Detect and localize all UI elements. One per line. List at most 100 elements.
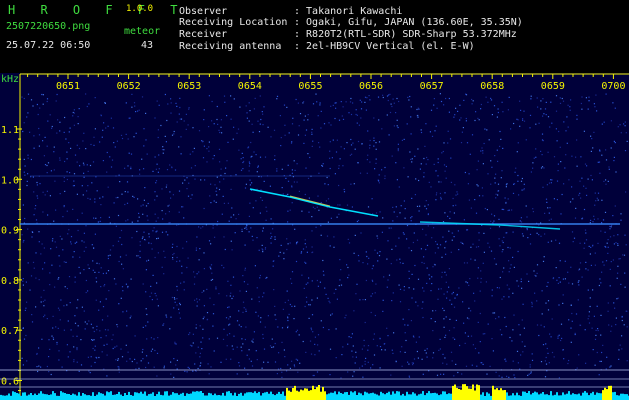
noise-speck	[316, 371, 319, 373]
noise-speck	[401, 365, 403, 367]
noise-speck	[437, 298, 439, 300]
noise-speck	[223, 95, 226, 97]
noise-speck	[291, 282, 293, 284]
noise-speck	[559, 260, 561, 262]
noise-speck	[558, 304, 560, 306]
noise-speck	[115, 225, 117, 227]
noise-speck	[456, 191, 458, 193]
noise-speck	[212, 325, 214, 327]
noise-speck	[518, 194, 520, 196]
noise-speck	[234, 232, 236, 234]
noise-speck	[599, 278, 601, 280]
noise-speck	[376, 235, 378, 237]
noise-speck	[208, 373, 210, 375]
noise-speck	[175, 364, 177, 366]
noise-speck	[172, 258, 174, 260]
noise-speck	[498, 287, 500, 289]
noise-speck	[292, 117, 294, 119]
noise-speck	[558, 277, 560, 279]
noise-speck	[87, 185, 89, 187]
noise-speck	[306, 251, 308, 253]
noise-speck	[348, 274, 350, 276]
noise-speck	[395, 206, 397, 208]
noise-speck	[258, 249, 260, 251]
noise-speck	[122, 311, 124, 313]
noise-speck	[83, 250, 85, 252]
noise-speck	[135, 111, 137, 113]
noise-speck	[256, 359, 258, 361]
noise-speck	[63, 176, 65, 179]
noise-speck	[314, 336, 316, 338]
noise-speck	[601, 199, 603, 201]
noise-speck	[455, 194, 457, 196]
noise-speck	[430, 186, 432, 188]
noise-speck	[461, 131, 463, 133]
noise-speck	[568, 179, 570, 181]
noise-speck	[60, 299, 62, 301]
noise-speck	[580, 197, 582, 199]
noise-speck	[482, 152, 484, 154]
noise-speck	[522, 303, 524, 305]
noise-speck	[516, 151, 518, 153]
noise-speck	[161, 188, 163, 190]
noise-speck	[87, 356, 89, 358]
noise-speck	[244, 269, 246, 271]
noise-speck	[94, 97, 96, 99]
noise-speck	[424, 205, 426, 207]
noise-speck	[411, 297, 413, 299]
noise-speck	[151, 248, 153, 250]
noise-speck	[116, 140, 118, 142]
noise-speck	[466, 229, 469, 231]
noise-speck	[601, 271, 603, 273]
noise-speck	[350, 183, 352, 185]
noise-speck	[164, 93, 166, 96]
activity-bar-segment	[18, 393, 20, 400]
noise-speck	[364, 101, 366, 103]
noise-speck	[602, 344, 604, 346]
noise-speck	[173, 252, 175, 255]
noise-speck	[478, 232, 480, 234]
noise-speck	[329, 374, 331, 376]
noise-speck	[391, 105, 393, 108]
noise-speck	[43, 316, 45, 318]
noise-speck	[542, 140, 544, 142]
noise-speck	[357, 140, 360, 143]
noise-speck	[88, 370, 90, 372]
noise-speck	[357, 219, 360, 222]
noise-speck	[305, 246, 307, 248]
noise-speck	[364, 360, 366, 362]
activity-bar-segment	[576, 394, 578, 400]
noise-speck	[250, 227, 252, 229]
noise-speck	[26, 301, 28, 303]
noise-speck	[152, 170, 154, 172]
noise-speck	[126, 202, 129, 204]
noise-speck	[291, 202, 293, 204]
activity-bar-segment	[122, 396, 124, 400]
noise-speck	[565, 130, 567, 132]
noise-speck	[215, 286, 217, 288]
noise-speck	[245, 183, 247, 185]
noise-speck	[445, 281, 447, 283]
noise-speck	[124, 167, 126, 169]
noise-speck	[265, 277, 267, 279]
noise-speck	[536, 272, 538, 274]
noise-speck	[226, 334, 228, 336]
noise-speck	[585, 261, 587, 263]
noise-speck	[364, 363, 366, 365]
noise-speck	[246, 225, 248, 227]
noise-speck	[206, 288, 208, 290]
noise-speck	[445, 334, 447, 336]
noise-speck	[228, 318, 230, 320]
activity-bar-segment	[512, 393, 514, 400]
activity-bar-segment	[486, 392, 488, 400]
noise-speck	[356, 220, 358, 223]
x-tick-label: 0657	[420, 81, 444, 92]
noise-speck	[363, 345, 365, 347]
activity-bar-segment	[12, 391, 14, 400]
noise-speck	[490, 183, 492, 185]
noise-speck	[284, 356, 286, 358]
noise-speck	[54, 241, 56, 243]
noise-speck	[270, 218, 272, 220]
noise-speck	[594, 252, 596, 254]
activity-bar-segment	[148, 394, 150, 400]
